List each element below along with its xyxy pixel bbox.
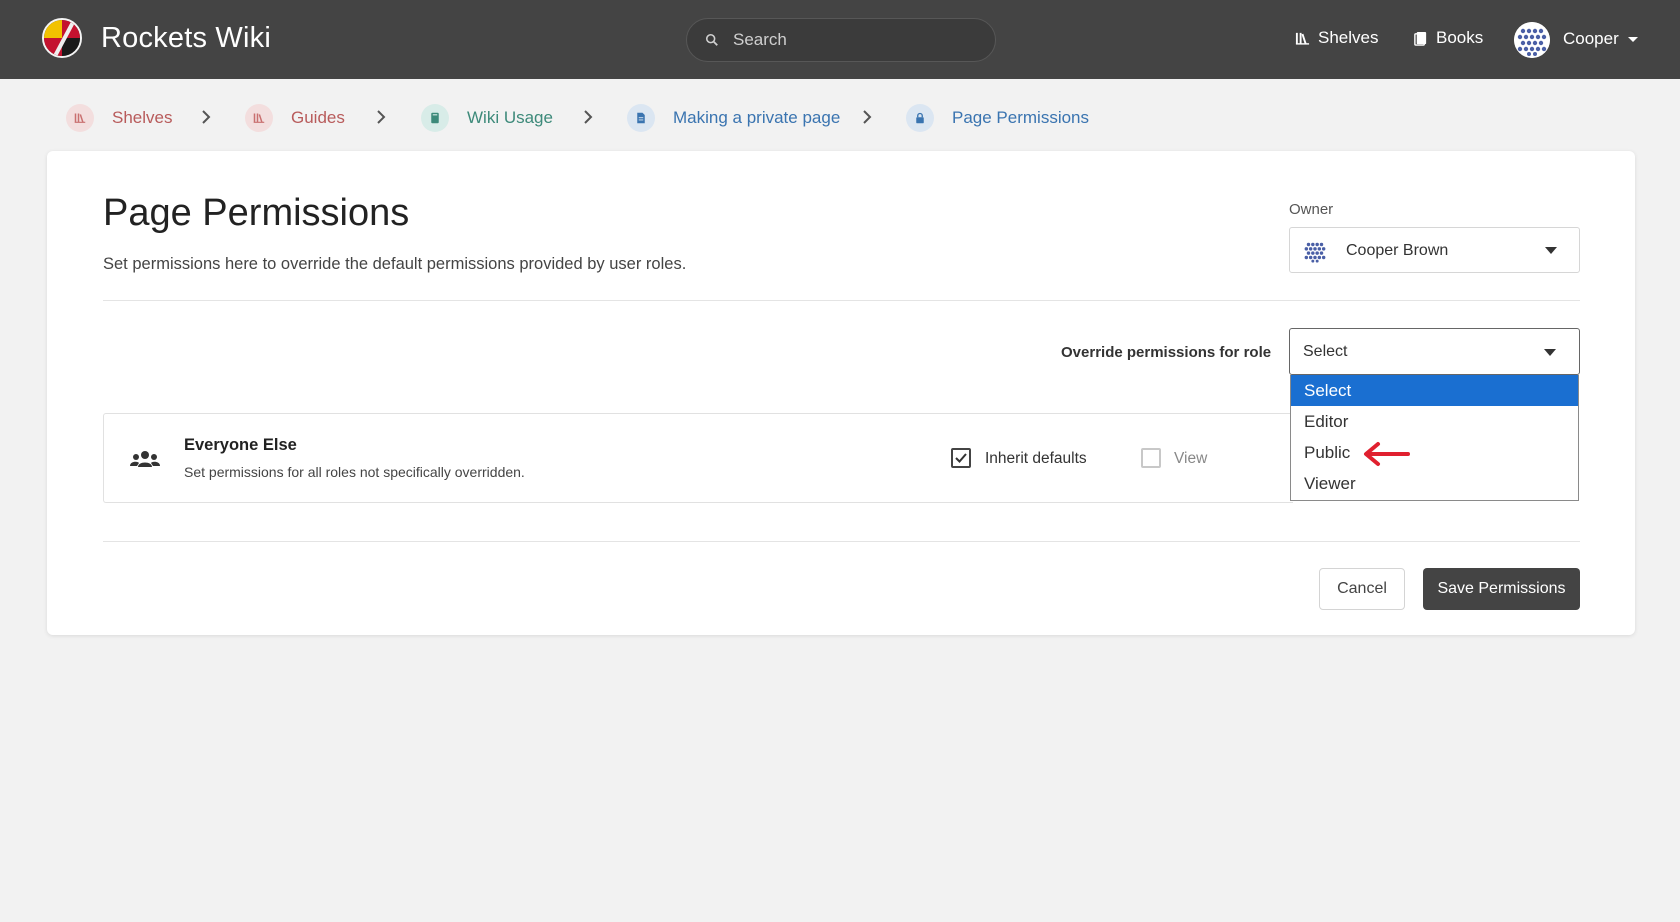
breadcrumb-label: Wiki Usage <box>467 108 553 127</box>
site-logo[interactable] <box>42 18 82 58</box>
everyone-else-title: Everyone Else <box>184 436 297 454</box>
breadcrumb-label: Shelves <box>112 108 173 127</box>
user-avatar-icon[interactable] <box>1514 22 1550 58</box>
books-icon <box>1414 31 1427 46</box>
nav-books-label: Books <box>1436 28 1484 47</box>
page-title: Page Permissions <box>103 192 410 234</box>
cancel-button[interactable]: Cancel <box>1319 568 1405 610</box>
chevron-right-icon <box>863 110 872 124</box>
owner-name: Cooper Brown <box>1346 242 1449 259</box>
role-option-viewer[interactable]: Viewer <box>1291 468 1578 499</box>
owner-select[interactable]: Cooper Brown <box>1289 227 1580 273</box>
view-checkbox[interactable] <box>1141 448 1161 468</box>
checkmark-icon <box>955 453 967 463</box>
breadcrumb-making-private-page[interactable]: Making a private page <box>627 104 840 132</box>
inherit-defaults-label[interactable]: Inherit defaults <box>985 450 1087 468</box>
everyone-else-permission-row <box>103 413 1293 503</box>
search-input[interactable] <box>733 27 983 53</box>
top-header: Rockets Wiki Shelves Books <box>0 0 1680 79</box>
users-group-icon <box>130 451 160 467</box>
search-bar[interactable] <box>686 18 996 62</box>
breadcrumb-shelves[interactable]: Shelves <box>66 104 172 132</box>
shelves-icon <box>66 104 94 132</box>
role-option-select[interactable]: Select <box>1291 375 1578 406</box>
override-role-label: Override permissions for role <box>1061 344 1272 361</box>
chevron-right-icon <box>584 110 593 124</box>
lock-icon <box>906 104 934 132</box>
chevron-down-icon <box>1545 247 1557 254</box>
chevron-right-icon <box>202 110 211 124</box>
save-permissions-button[interactable]: Save Permissions <box>1423 568 1580 610</box>
breadcrumb-label: Guides <box>291 108 345 127</box>
breadcrumb-label: Making a private page <box>673 108 841 127</box>
shelves-icon <box>245 104 273 132</box>
chevron-down-icon[interactable] <box>1628 37 1638 42</box>
page-description: Set permissions here to override the def… <box>103 255 687 273</box>
role-options-dropdown: Select Editor Public Viewer <box>1290 375 1579 501</box>
role-option-editor[interactable]: Editor <box>1291 406 1578 437</box>
red-arrow-annotation-icon <box>1364 442 1410 466</box>
divider <box>103 300 1580 301</box>
rockets-logo-icon <box>42 18 82 58</box>
user-avatar-icon <box>1302 238 1328 264</box>
override-role-select[interactable]: Select <box>1289 328 1580 375</box>
search-icon <box>705 33 718 46</box>
nav-shelves-label: Shelves <box>1318 28 1379 47</box>
owner-label: Owner <box>1289 201 1334 218</box>
breadcrumb-guides[interactable]: Guides <box>245 104 345 132</box>
breadcrumb-label: Page Permissions <box>952 108 1090 127</box>
book-icon <box>421 104 449 132</box>
inherit-defaults-checkbox[interactable] <box>951 448 971 468</box>
breadcrumb-wiki-usage[interactable]: Wiki Usage <box>421 104 553 132</box>
everyone-else-description: Set permissions for all roles not specif… <box>184 464 525 480</box>
chevron-right-icon <box>377 110 386 124</box>
role-select-value: Select <box>1303 343 1348 360</box>
page-icon <box>627 104 655 132</box>
user-name[interactable]: Cooper <box>1563 29 1619 49</box>
view-label[interactable]: View <box>1174 450 1207 468</box>
nav-shelves[interactable]: Shelves <box>1295 28 1378 48</box>
shelves-icon <box>1295 32 1310 45</box>
site-title[interactable]: Rockets Wiki <box>101 22 271 55</box>
breadcrumb-page-permissions[interactable]: Page Permissions <box>906 104 1089 132</box>
nav-books[interactable]: Books <box>1413 28 1483 48</box>
role-option-public[interactable]: Public <box>1291 437 1578 468</box>
divider <box>103 541 1580 542</box>
chevron-down-icon <box>1544 349 1556 356</box>
